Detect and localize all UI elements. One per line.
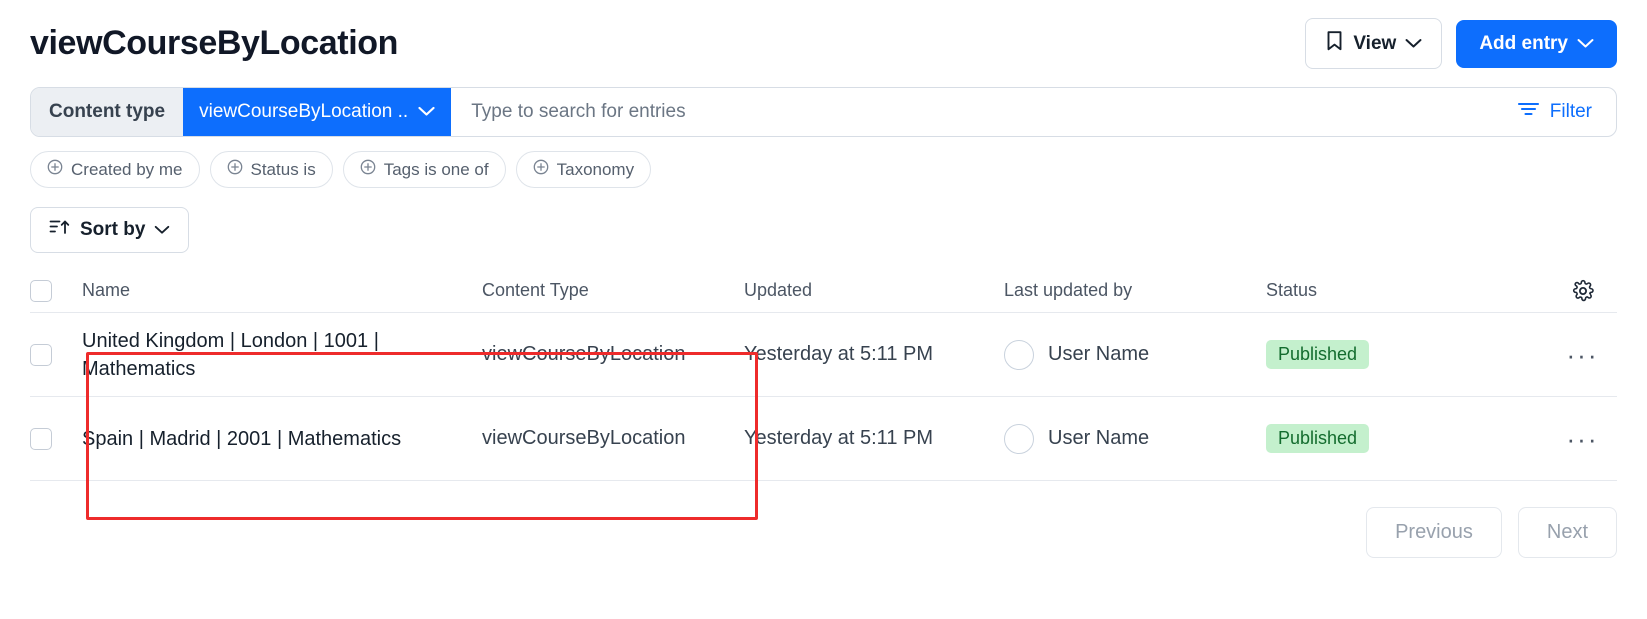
row-more-options-icon[interactable]: ··· (1567, 426, 1599, 452)
view-button[interactable]: View (1305, 18, 1443, 69)
search-bar-container: Content type viewCourseByLocation .. Fil… (0, 73, 1647, 137)
content-type-value: viewCourseByLocation .. (199, 101, 409, 122)
row-user-name: User Name (1048, 427, 1150, 449)
entries-table: Name Content Type Updated Last updated b… (0, 269, 1647, 481)
avatar (1004, 423, 1034, 454)
select-all-checkbox[interactable] (30, 279, 52, 302)
chip-taxonomy[interactable]: Taxonomy (515, 151, 652, 188)
row-last-updated-by: User Name (1004, 423, 1266, 454)
row-user-name: User Name (1048, 343, 1150, 365)
table-settings-gear-icon[interactable] (1558, 279, 1617, 303)
search-bar: Content type viewCourseByLocation .. Fil… (30, 87, 1617, 137)
sort-container: Sort by (0, 188, 1647, 253)
filter-label: Filter (1549, 101, 1592, 122)
row-menu-cell: ··· (1558, 342, 1617, 368)
table-header-row: Name Content Type Updated Last updated b… (30, 269, 1617, 313)
sort-ascending-icon (49, 218, 71, 242)
sort-by-label: Sort by (80, 219, 146, 240)
column-header-updated[interactable]: Updated (744, 280, 1004, 301)
table-row[interactable]: United Kingdom | London | 1001 | Mathema… (30, 313, 1617, 397)
add-entry-label: Add entry (1479, 32, 1568, 54)
row-name[interactable]: Spain | Madrid | 2001 | Mathematics (82, 425, 482, 453)
plus-circle-icon (360, 159, 376, 180)
status-badge: Published (1266, 340, 1370, 369)
chevron-down-icon (418, 101, 435, 123)
column-header-content-type[interactable]: Content Type (482, 280, 744, 301)
content-type-label: Content type (31, 88, 184, 136)
filter-icon (1517, 101, 1540, 123)
row-content-type: viewCourseByLocation (482, 343, 686, 365)
entries-list-page: viewCourseByLocation View Add entry Cont… (0, 0, 1647, 619)
chevron-down-icon (1405, 33, 1422, 55)
row-menu-cell: ··· (1558, 426, 1617, 452)
column-header-name[interactable]: Name (82, 280, 482, 301)
filter-button[interactable]: Filter (1505, 88, 1616, 136)
column-header-status[interactable]: Status (1266, 280, 1558, 301)
add-entry-button[interactable]: Add entry (1456, 19, 1617, 68)
view-button-label: View (1353, 32, 1397, 54)
chip-tags-is-one-of[interactable]: Tags is one of (342, 151, 506, 188)
plus-circle-icon (47, 159, 63, 180)
plus-circle-icon (227, 159, 243, 180)
column-header-last-updated-by[interactable]: Last updated by (1004, 280, 1266, 301)
chevron-down-icon (1577, 33, 1594, 55)
plus-circle-icon (533, 159, 549, 180)
row-updated: Yesterday at 5:11 PM (744, 427, 934, 449)
filter-chips: Created by me Status is Tags is one of T… (0, 137, 1647, 188)
chevron-down-icon (154, 219, 170, 241)
chip-label: Created by me (71, 159, 183, 179)
row-checkbox[interactable] (30, 343, 52, 366)
avatar (1004, 339, 1034, 370)
row-name[interactable]: United Kingdom | London | 1001 | Mathema… (82, 327, 482, 383)
row-status-cell: Published (1266, 424, 1558, 453)
search-input[interactable] (451, 88, 1505, 136)
row-checkbox[interactable] (30, 427, 52, 450)
chip-created-by-me[interactable]: Created by me (30, 151, 200, 188)
row-select-cell (30, 427, 82, 450)
table-row[interactable]: Spain | Madrid | 2001 | Mathematics view… (30, 397, 1617, 481)
content-type-select[interactable]: viewCourseByLocation .. (183, 88, 452, 136)
next-page-button[interactable]: Next (1517, 507, 1617, 558)
chip-label: Status is (250, 159, 316, 179)
bookmark-icon (1325, 30, 1344, 57)
page-title: viewCourseByLocation (30, 24, 398, 63)
select-all-cell (30, 279, 82, 302)
chip-label: Tags is one of (383, 159, 489, 179)
row-updated: Yesterday at 5:11 PM (744, 343, 934, 365)
pagination: Previous Next (0, 481, 1647, 558)
status-badge: Published (1266, 424, 1370, 453)
row-select-cell (30, 343, 82, 366)
previous-page-button[interactable]: Previous (1366, 507, 1502, 558)
sort-by-button[interactable]: Sort by (30, 207, 190, 253)
row-last-updated-by: User Name (1004, 339, 1266, 370)
row-more-options-icon[interactable]: ··· (1567, 342, 1599, 368)
row-content-type: viewCourseByLocation (482, 427, 686, 449)
header-actions: View Add entry (1305, 18, 1617, 69)
page-header: viewCourseByLocation View Add entry (0, 0, 1647, 73)
row-status-cell: Published (1266, 340, 1558, 369)
chip-label: Taxonomy (556, 159, 635, 179)
chip-status-is[interactable]: Status is (209, 151, 333, 188)
